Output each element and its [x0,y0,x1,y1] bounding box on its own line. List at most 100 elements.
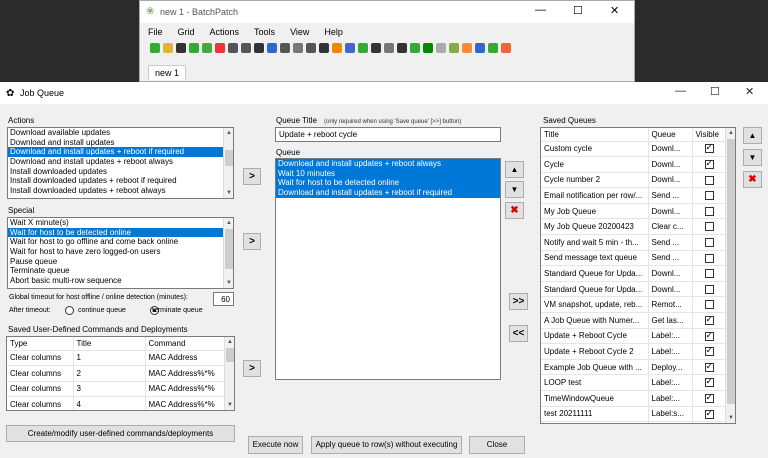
visible-checkbox[interactable] [704,253,714,263]
visible-checkbox[interactable] [704,300,714,310]
table-row[interactable]: Update + Reboot Cycle 2 Label:... [541,343,727,360]
table-row[interactable]: My Job Queue 20200423 Clear c... [541,218,727,236]
close-dialog-button[interactable]: Close [469,436,525,454]
toolbar-icon[interactable] [215,43,225,53]
column-header[interactable]: Type [7,337,74,351]
list-item[interactable]: Download available updates [8,128,233,138]
visible-checkbox[interactable] [704,158,714,170]
special-list[interactable]: Wait X minute(s) Wait for host to be dete… [7,217,234,289]
scroll-thumb[interactable] [225,150,233,166]
table-row[interactable]: Custom cycle Downl... [541,141,727,158]
list-item[interactable]: Download and install updates [8,138,233,148]
list-item[interactable]: Download and install updates + reboot if… [276,188,500,198]
table-row[interactable]: test 20211111 Label:s... [541,406,727,423]
toolbar-icon[interactable] [475,43,485,53]
toolbar-icon[interactable] [280,43,290,53]
visible-checkbox[interactable] [704,206,714,216]
menu-item-file[interactable]: File [148,27,163,37]
scroll-down-icon[interactable]: ▼ [726,413,735,423]
timeout-input[interactable] [213,292,234,306]
table-row[interactable]: A Job Queue with Numer... Get las... [541,312,727,329]
visible-checkbox[interactable] [704,376,714,388]
list-item[interactable]: Wait for host to be detected online [276,178,500,189]
visible-checkbox[interactable] [704,269,714,279]
dialog-maximize-button[interactable]: ☐ [710,85,720,98]
visible-checkbox[interactable] [704,361,714,372]
saved-commands-table[interactable]: Type Title Command Clear columns 1 MAC Addre… [6,336,235,411]
table-row[interactable]: Notify and wait 5 min - th... Send ... [541,234,727,251]
toolbar-icon[interactable] [488,43,498,53]
toolbar-icon[interactable] [150,43,160,53]
table-row[interactable]: Cycle number 2 Downl... [541,172,727,189]
column-header[interactable]: Visible [692,128,727,142]
list-item[interactable]: Pause queue [8,257,233,267]
list-item[interactable]: Install downloaded updates + reboot if r… [8,176,233,186]
list-item[interactable]: Wait for host to be detected online [8,227,233,238]
visible-checkbox[interactable] [704,408,714,419]
list-item[interactable]: Wait X minute(s) [8,218,233,228]
execute-now-button[interactable]: Execute now [248,436,303,454]
toolbar-icon[interactable] [462,43,472,53]
queue-list[interactable]: Download and install updates + reboot al… [275,158,501,380]
commands-scrollbar[interactable]: ▲ ▼ [224,337,234,410]
table-row[interactable]: Standard Queue for Upda... Downl... [541,281,727,298]
table-row[interactable]: Email notification per row/... Send ... [541,187,727,204]
table-row[interactable]: Standard Queue for Upda... Downl... [541,265,727,282]
menu-item-actions[interactable]: Actions [210,27,240,37]
menu-item-view[interactable]: View [290,27,309,37]
scroll-down-icon[interactable]: ▼ [224,188,233,198]
visible-checkbox[interactable] [704,175,714,185]
list-item[interactable]: Wait 10 minutes [276,168,500,179]
add-command-button[interactable]: > [243,360,261,377]
table-row[interactable]: TimeWindowQueue Label:... [541,390,727,407]
list-item[interactable]: Install downloaded updates [8,167,233,177]
visible-checkbox[interactable] [704,314,714,326]
toolbar-icon[interactable] [384,43,394,53]
toolbar-icon[interactable] [228,43,238,53]
saved-queues-scrollbar[interactable]: ▲ ▼ [725,128,735,423]
table-row[interactable]: Clear columns 2 MAC Address%*% [7,365,226,382]
menu-item-help[interactable]: Help [324,27,343,37]
table-row[interactable]: Clear columns 3 MAC Address%*% [7,381,226,398]
visible-checkbox[interactable] [704,191,714,201]
toolbar-icon[interactable] [306,43,316,53]
queue-delete-button[interactable]: ✖ [505,202,524,219]
toolbar-icon[interactable] [345,43,355,53]
menu-item-grid[interactable]: Grid [178,27,195,37]
toolbar-icon[interactable] [332,43,342,53]
toolbar-icon[interactable] [371,43,381,53]
table-row[interactable]: Clear columns 4 MAC Address%*% [7,396,226,410]
scroll-thumb[interactable] [727,139,735,404]
add-special-button[interactable]: > [243,233,261,250]
table-row[interactable]: LOOP test Label:... [541,374,727,391]
visible-checkbox[interactable] [704,142,714,154]
scroll-up-icon[interactable]: ▲ [224,128,233,138]
list-item[interactable]: Wait for host to have zero logged-on use… [8,247,233,257]
toolbar-icon[interactable] [410,43,420,53]
toolbar-icon[interactable] [202,43,212,53]
add-action-button[interactable]: > [243,168,261,185]
scroll-down-icon[interactable]: ▼ [225,400,234,410]
table-row[interactable]: My Job Queue Downl... [541,203,727,220]
actions-scrollbar[interactable]: ▲ ▼ [223,128,233,198]
table-row[interactable]: Cycle Downl... [541,156,727,173]
visible-checkbox[interactable] [704,222,714,232]
load-queue-button[interactable]: << [509,325,528,342]
visible-checkbox[interactable] [704,284,714,294]
toolbar-icon[interactable] [176,43,186,53]
table-row[interactable]: Send message text queue Send ... [541,250,727,267]
visible-checkbox[interactable] [704,330,714,341]
actions-list[interactable]: Download available updates Download and i… [7,127,234,199]
visible-checkbox[interactable] [704,238,714,248]
toolbar-icon[interactable] [241,43,251,53]
saved-queues-table[interactable]: TitleQueueVisible Custom cycleDownl...Cy… [540,127,736,424]
minimize-button[interactable]: — [535,4,546,16]
toolbar-icon[interactable] [254,43,264,53]
column-header[interactable]: Command [145,337,226,351]
list-item[interactable]: Abort basic multi-row sequence [8,276,233,286]
saved-move-up-button[interactable]: ▲ [743,127,762,144]
apply-queue-button[interactable]: Apply queue to row(s) without executing [311,436,462,454]
toolbar-icon[interactable] [423,43,433,53]
queue-move-up-button[interactable]: ▲ [505,161,524,178]
queue-title-input[interactable] [275,127,501,142]
